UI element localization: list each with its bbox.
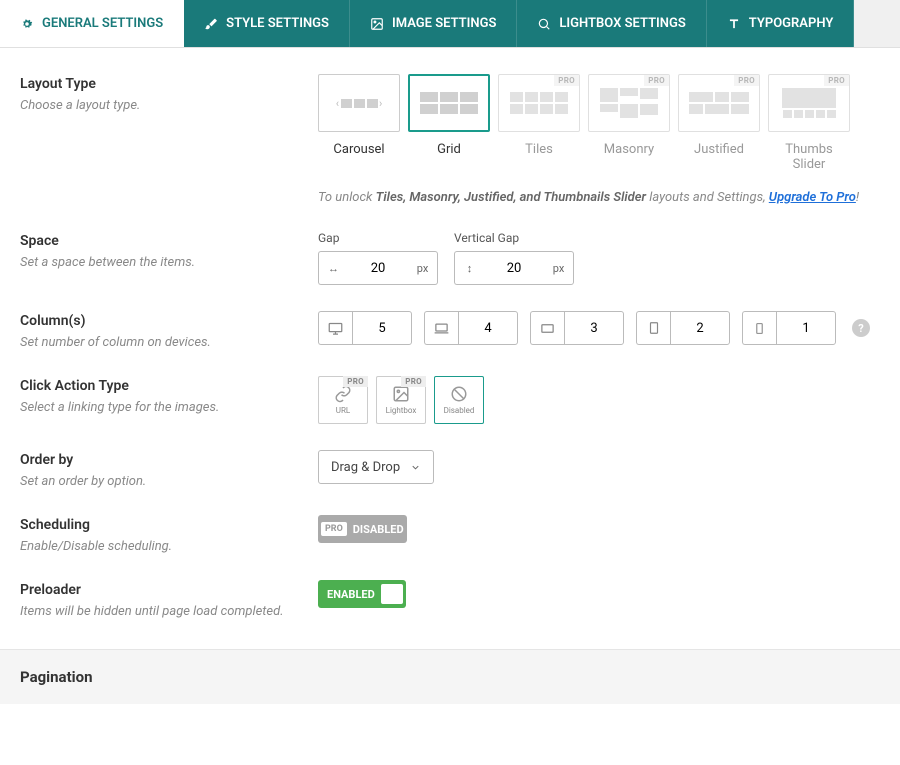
vgap-label: Vertical Gap: [454, 231, 574, 245]
pro-badge: PRO: [554, 75, 579, 86]
layout-name: Thumbs Slider: [768, 142, 850, 172]
tab-lightbox-settings[interactable]: LIGHTBOX SETTINGS: [517, 0, 706, 47]
layout-name: Tiles: [498, 142, 580, 157]
click-label: URL: [336, 406, 350, 415]
tab-typography[interactable]: TYPOGRAPHY: [707, 0, 855, 47]
tab-label: TYPOGRAPHY: [749, 16, 834, 31]
vertical-arrow-icon: ↕: [454, 251, 484, 285]
columns-tablet-landscape-input[interactable]: [564, 311, 624, 345]
tab-style-settings[interactable]: STYLE SETTINGS: [184, 0, 350, 47]
row-orderby: Order by Set an order by option. Drag & …: [20, 424, 880, 489]
section-title: Pagination: [20, 668, 880, 686]
gear-icon: [20, 17, 34, 31]
layout-name: Grid: [408, 142, 490, 157]
toggle-state: DISABLED: [353, 523, 404, 536]
pro-badge: PRO: [343, 376, 368, 387]
row-layout-type: Layout Type Choose a layout type. ‹ › Ca…: [20, 48, 880, 205]
row-columns: Column(s) Set number of column on device…: [20, 285, 880, 350]
layout-option-grid[interactable]: [408, 74, 490, 132]
unit-label: px: [544, 251, 574, 285]
search-icon: [537, 17, 551, 31]
tab-general-settings[interactable]: GENERAL SETTINGS: [0, 0, 184, 47]
pro-badge: PRO: [401, 376, 426, 387]
tab-label: LIGHTBOX SETTINGS: [559, 16, 685, 31]
click-label: Lightbox: [386, 406, 417, 415]
select-value: Drag & Drop: [331, 460, 400, 475]
click-option-url[interactable]: PRO URL: [318, 376, 368, 424]
label-space: Space: [20, 233, 298, 249]
layout-option-carousel[interactable]: ‹ ›: [318, 74, 400, 132]
label-click-action: Click Action Type: [20, 378, 298, 394]
columns-desktop-input[interactable]: [352, 311, 412, 345]
tab-label: GENERAL SETTINGS: [42, 16, 163, 31]
help-icon[interactable]: ?: [852, 319, 870, 337]
preloader-toggle[interactable]: ENABLED: [318, 580, 406, 608]
horizontal-arrow-icon: ↔: [318, 251, 348, 285]
gap-input[interactable]: [348, 251, 408, 285]
desc-columns: Set number of column on devices.: [20, 335, 298, 350]
click-label: Disabled: [444, 406, 475, 415]
gap-label: Gap: [318, 231, 438, 245]
row-click-action: Click Action Type Select a linking type …: [20, 350, 880, 424]
pro-badge: PRO: [734, 75, 759, 86]
tablet-portrait-icon: [636, 311, 670, 345]
toggle-state: ENABLED: [321, 588, 375, 601]
upsell-message: To unlock Tiles, Masonry, Justified, and…: [318, 190, 880, 205]
desc-space: Set a space between the items.: [20, 255, 298, 270]
pro-badge: PRO: [321, 522, 347, 536]
label-orderby: Order by: [20, 452, 298, 468]
desc-scheduling: Enable/Disable scheduling.: [20, 539, 298, 554]
columns-laptop-input[interactable]: [458, 311, 518, 345]
chevron-right-icon: ›: [379, 97, 382, 110]
layout-option-thumbs-slider[interactable]: PRO: [768, 74, 850, 132]
pro-badge: PRO: [644, 75, 669, 86]
tablet-landscape-icon: [530, 311, 564, 345]
label-layout-type: Layout Type: [20, 76, 298, 92]
tab-image-settings[interactable]: IMAGE SETTINGS: [350, 0, 517, 47]
columns-mobile-input[interactable]: [776, 311, 836, 345]
row-scheduling: Scheduling Enable/Disable scheduling. PR…: [20, 489, 880, 554]
layout-name: Justified: [678, 142, 760, 157]
pro-badge: PRO: [824, 75, 849, 86]
columns-tablet-portrait-input[interactable]: [670, 311, 730, 345]
mobile-icon: [742, 311, 776, 345]
font-icon: [727, 17, 741, 31]
toggle-knob: [381, 584, 403, 604]
desktop-icon: [318, 311, 352, 345]
click-option-lightbox[interactable]: PRO Lightbox: [376, 376, 426, 424]
row-preloader: Preloader Items will be hidden until pag…: [20, 554, 880, 619]
brush-icon: [204, 17, 218, 31]
label-columns: Column(s): [20, 313, 298, 329]
layout-option-masonry[interactable]: PRO: [588, 74, 670, 132]
desc-click-action: Select a linking type for the images.: [20, 400, 298, 415]
row-space: Space Set a space between the items. Gap…: [20, 205, 880, 285]
layout-option-tiles[interactable]: PRO: [498, 74, 580, 132]
layout-name: Masonry: [588, 142, 670, 157]
label-scheduling: Scheduling: [20, 517, 298, 533]
settings-tabs: GENERAL SETTINGS STYLE SETTINGS IMAGE SE…: [0, 0, 900, 48]
chevron-down-icon: [410, 462, 421, 473]
vertical-gap-input[interactable]: [484, 251, 544, 285]
disabled-icon: [450, 385, 468, 403]
unit-label: px: [408, 251, 438, 285]
upgrade-link[interactable]: Upgrade To Pro: [769, 190, 856, 205]
tab-label: IMAGE SETTINGS: [392, 16, 496, 31]
desc-layout-type: Choose a layout type.: [20, 98, 298, 113]
desc-preloader: Items will be hidden until page load com…: [20, 604, 298, 619]
section-pagination: Pagination: [0, 649, 900, 704]
label-preloader: Preloader: [20, 582, 298, 598]
desc-orderby: Set an order by option.: [20, 474, 298, 489]
click-option-disabled[interactable]: Disabled: [434, 376, 484, 424]
layout-name: Carousel: [318, 142, 400, 157]
layout-option-justified[interactable]: PRO: [678, 74, 760, 132]
laptop-icon: [424, 311, 458, 345]
orderby-select[interactable]: Drag & Drop: [318, 450, 434, 484]
tab-label: STYLE SETTINGS: [226, 16, 329, 31]
link-icon: [334, 385, 352, 403]
image-icon: [392, 385, 410, 403]
scheduling-toggle[interactable]: PRO DISABLED: [318, 515, 407, 543]
image-icon: [370, 17, 384, 31]
